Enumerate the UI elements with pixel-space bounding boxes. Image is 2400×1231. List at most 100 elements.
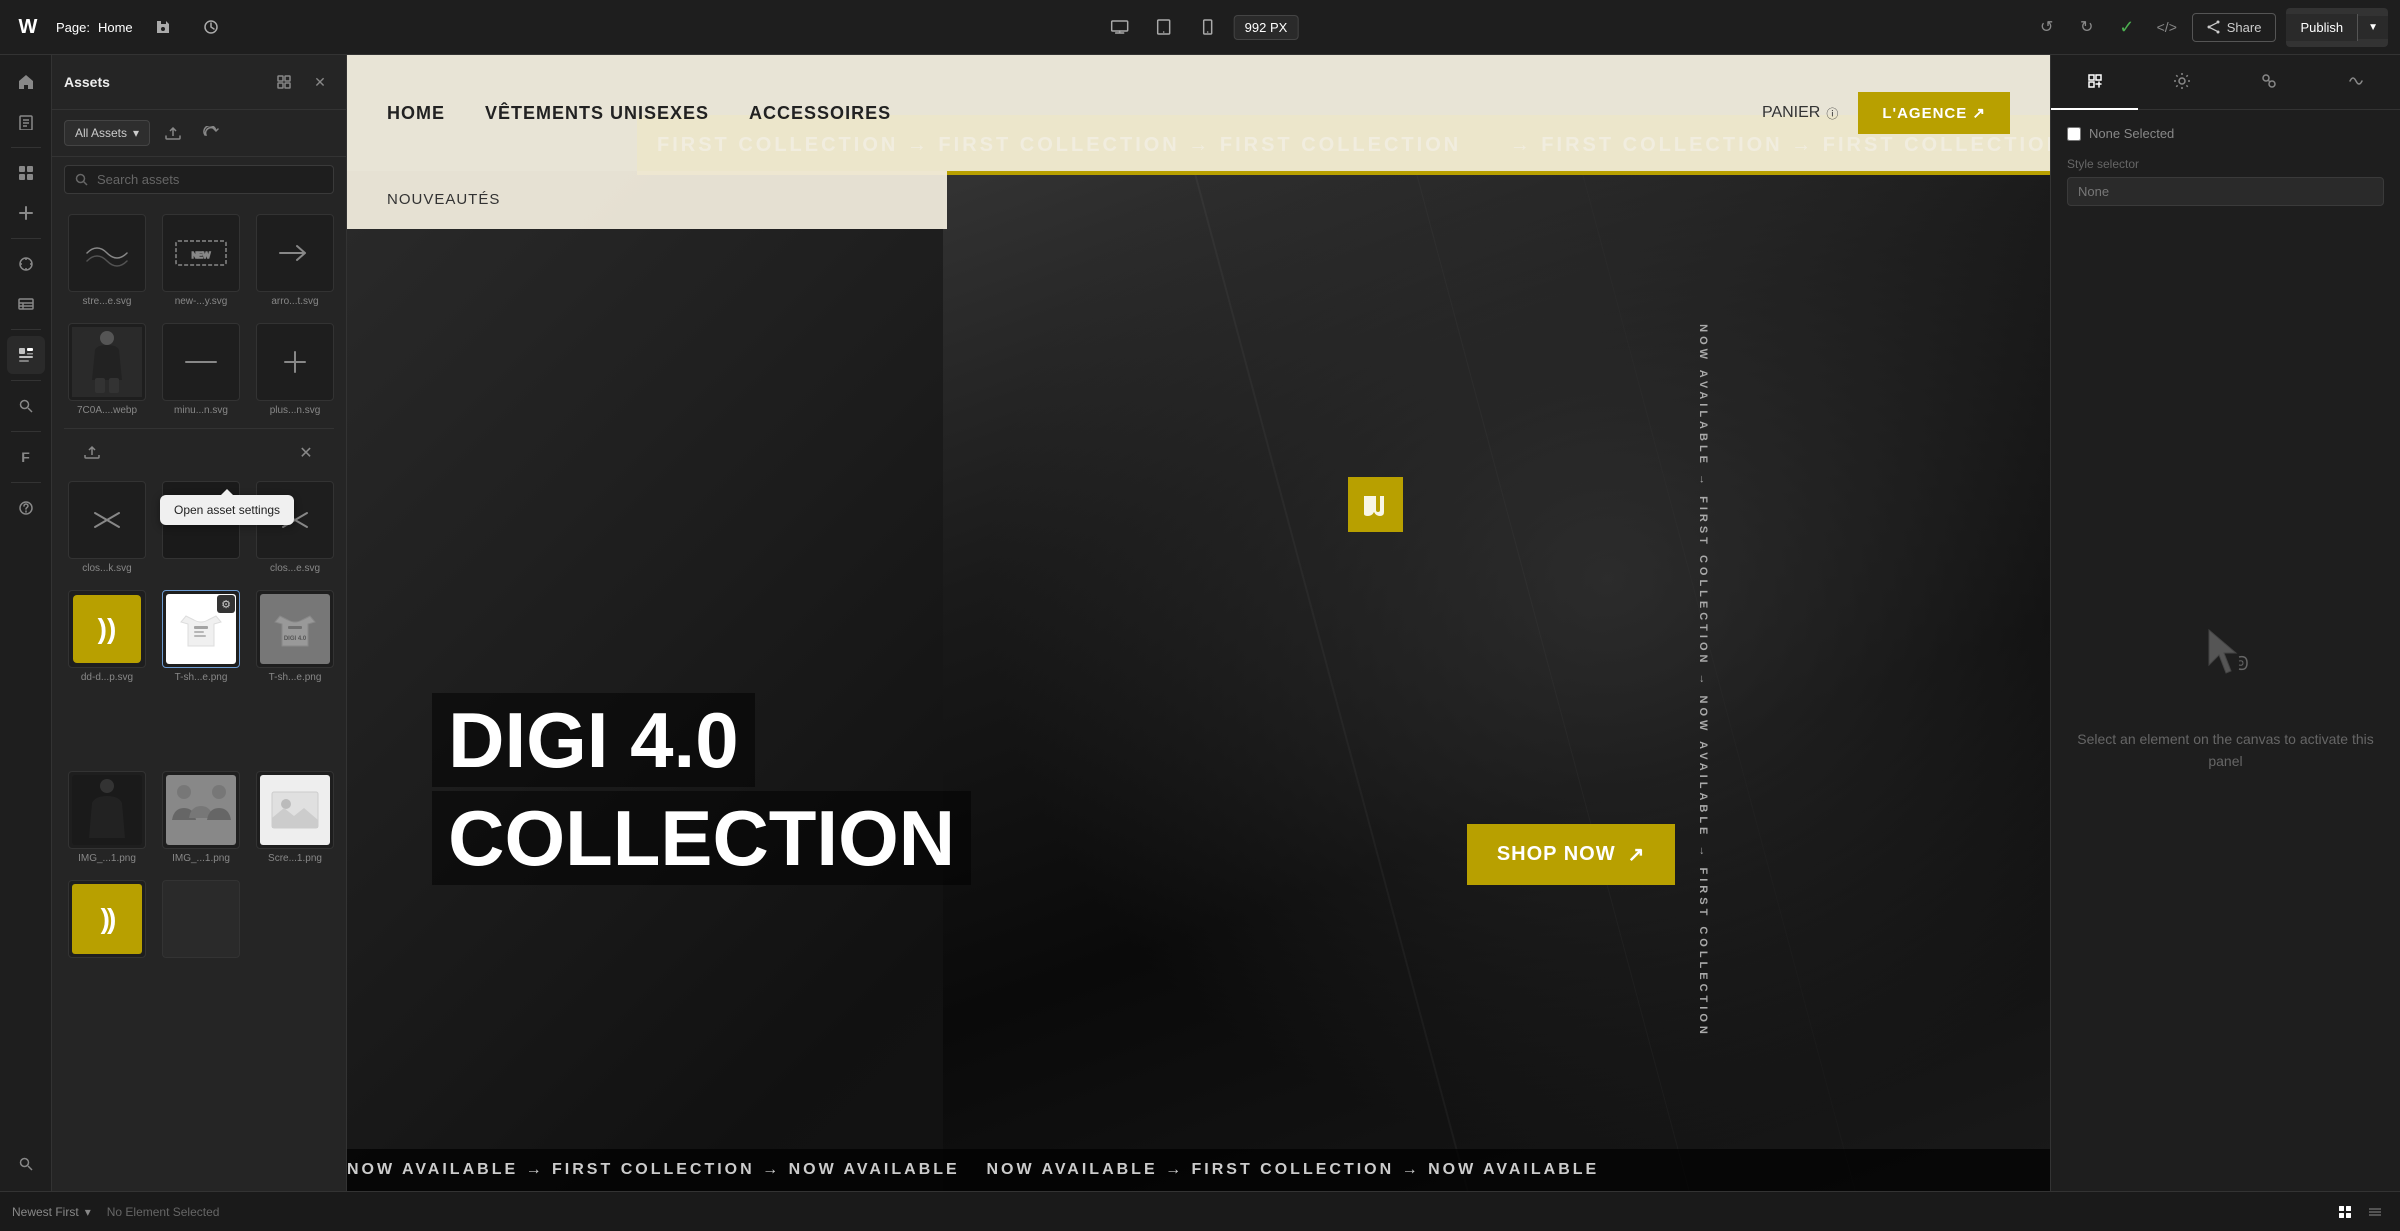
list-item[interactable]: clos...k.svg	[64, 477, 150, 578]
svg-text:DIGI 4.0: DIGI 4.0	[284, 636, 307, 642]
style-selector-value[interactable]: None	[2067, 177, 2384, 206]
canvas-controls: 992 PX	[1102, 9, 1299, 45]
right-panel: None Selected Style selector None Select…	[2050, 55, 2400, 1191]
nav-sub-item-nouveautes[interactable]: NOUVEAUTÉS	[387, 191, 500, 208]
panier-icon: ⓘ	[1826, 105, 1838, 122]
site-hero: DIGI 4.0 COLLECTION SHOP NOW ↗ NOW AVAIL…	[347, 171, 2050, 1191]
none-selected-row: None Selected	[2067, 126, 2384, 141]
tab-style[interactable]	[2051, 55, 2138, 110]
tool-btn-pages[interactable]	[7, 103, 45, 141]
publish-dropdown-btn[interactable]: ▼	[2358, 16, 2388, 39]
tool-btn-assets[interactable]	[7, 336, 45, 374]
redo-button[interactable]: ↻	[2072, 12, 2102, 42]
site-nav-dropdown: NOUVEAUTÉS	[347, 171, 947, 229]
style-selector: Style selector None	[2067, 157, 2384, 206]
list-item[interactable]: minu...n.svg	[158, 319, 244, 420]
tab-animations[interactable]	[2313, 55, 2400, 110]
assets-grid: stre...e.svg NEW new-...y.svg	[52, 202, 346, 1191]
share-label: Share	[2227, 20, 2262, 35]
list-item[interactable]: arro...t.svg	[252, 210, 338, 311]
list-item[interactable]: clos...e.svg	[252, 477, 338, 578]
asset-thumb	[68, 481, 146, 559]
vertical-scroll-text: NOW AVAILABLE → FIRST COLLECTION → NOW A…	[1697, 324, 1709, 1038]
history-button[interactable]	[193, 9, 229, 45]
nav-panier[interactable]: PANIER ⓘ	[1762, 104, 1838, 122]
asset-row-5: IMG_...1.png	[64, 767, 334, 868]
assets-import-btn[interactable]	[196, 118, 226, 148]
asset-row-1: stre...e.svg NEW new-...y.svg	[64, 210, 334, 311]
tool-btn-help[interactable]	[7, 489, 45, 527]
asset-label: IMG_...1.png	[162, 853, 240, 864]
site-navigation: HOME VÊTEMENTS UNISEXES ACCESSOIRES NOUV…	[347, 55, 2050, 171]
assets-filter-dropdown[interactable]: All Assets ▾	[64, 120, 150, 146]
list-item[interactable]: IMG_...1.png	[158, 767, 244, 868]
list-item[interactable]: DIGI 4.0 T-sh...e.png	[252, 586, 338, 687]
upload-close-button[interactable]: ✕	[290, 437, 322, 469]
upload-button[interactable]	[76, 437, 108, 469]
right-panel-tabs	[2051, 55, 2400, 110]
tool-btn-cms[interactable]	[7, 285, 45, 323]
tablet-view-btn[interactable]	[1146, 9, 1182, 45]
list-item[interactable]: )) dd-d...p.svg	[64, 586, 150, 687]
filter-label: All Assets	[75, 126, 127, 140]
status-check-button[interactable]: ✓	[2112, 12, 2142, 42]
sort-control[interactable]: Newest First ▾	[12, 1205, 91, 1219]
list-item[interactable]: Scre...1.png	[252, 767, 338, 868]
asset-label: dd-d...p.svg	[68, 672, 146, 683]
asset-settings-tooltip: Open asset settings	[160, 495, 294, 525]
list-item[interactable]: NEW new-...y.svg	[158, 210, 244, 311]
tool-btn-home[interactable]	[7, 63, 45, 101]
list-item[interactable]: 7C0A....webp	[64, 319, 150, 420]
tool-btn-add[interactable]	[7, 194, 45, 232]
nav-item-home[interactable]: HOME	[387, 103, 445, 124]
nav-item-vetements[interactable]: VÊTEMENTS UNISEXES	[485, 103, 709, 124]
asset-thumb	[68, 214, 146, 292]
none-selected-checkbox[interactable]	[2067, 127, 2081, 141]
hero-cta-button[interactable]: SHOP NOW ↗	[1467, 824, 1676, 885]
grid-view-btn[interactable]	[2332, 1199, 2358, 1225]
nav-lagence-btn[interactable]: L'AGENCE ↗	[1858, 92, 2010, 134]
asset-thumb	[162, 880, 240, 958]
publish-main-btn[interactable]: Publish	[2286, 14, 2358, 41]
save-button[interactable]	[145, 9, 181, 45]
asset-label: T-sh...e.png	[256, 672, 334, 683]
asset-label: new-...y.svg	[162, 296, 240, 307]
list-item[interactable]: ⚙ T-sh...e.png	[158, 586, 244, 687]
hero-title-2: COLLECTION	[432, 791, 971, 885]
tab-interactions[interactable]	[2226, 55, 2313, 110]
sort-label: Newest First	[12, 1205, 79, 1219]
assets-panel-icon1[interactable]	[270, 68, 298, 96]
list-view-btn[interactable]	[2362, 1199, 2388, 1225]
nav-item-accessoires[interactable]: ACCESSOIRES	[749, 103, 891, 124]
tool-btn-search[interactable]	[7, 1145, 45, 1183]
list-item[interactable]: stre...e.svg	[64, 210, 150, 311]
search-input[interactable]	[97, 172, 323, 187]
canvas-area[interactable]: FIRST COLLECTION → FIRST COLLECTION → FI…	[347, 55, 2050, 1191]
desktop-view-btn[interactable]	[1102, 9, 1138, 45]
tool-btn-navigator[interactable]	[7, 245, 45, 283]
list-item[interactable]: IMG_...1.png	[64, 767, 150, 868]
tool-btn-elements[interactable]	[7, 154, 45, 192]
asset-thumb	[68, 323, 146, 401]
asset-label: plus...n.svg	[256, 405, 334, 416]
hero-fabric	[943, 171, 2050, 1191]
asset-row-4: )) dd-d...p.svg ⚙	[64, 586, 334, 687]
list-item[interactable]: ))	[64, 876, 150, 966]
tab-settings[interactable]	[2138, 55, 2225, 110]
top-bar-right: ↺ ↻ ✓ </> Share Publish ▼	[2032, 8, 2388, 47]
page-name[interactable]: Home	[98, 20, 133, 35]
no-element-status: No Element Selected	[107, 1205, 220, 1219]
tool-btn-find[interactable]	[7, 387, 45, 425]
code-view-button[interactable]: </>	[2152, 12, 2182, 42]
mobile-view-btn[interactable]	[1190, 9, 1226, 45]
assets-panel-close[interactable]: ✕	[306, 68, 334, 96]
list-item[interactable]: plus...n.svg	[252, 319, 338, 420]
asset-row-3: clos...k.svg clos...e.svg	[64, 477, 334, 578]
asset-label: clos...k.svg	[68, 563, 146, 574]
assets-upload-cloud-btn[interactable]	[158, 118, 188, 148]
tool-btn-fonts[interactable]: F	[7, 438, 45, 476]
share-button[interactable]: Share	[2192, 13, 2277, 42]
asset-settings-gear[interactable]: ⚙	[217, 595, 235, 613]
asset-label: Scre...1.png	[256, 853, 334, 864]
undo-button[interactable]: ↺	[2032, 12, 2062, 42]
